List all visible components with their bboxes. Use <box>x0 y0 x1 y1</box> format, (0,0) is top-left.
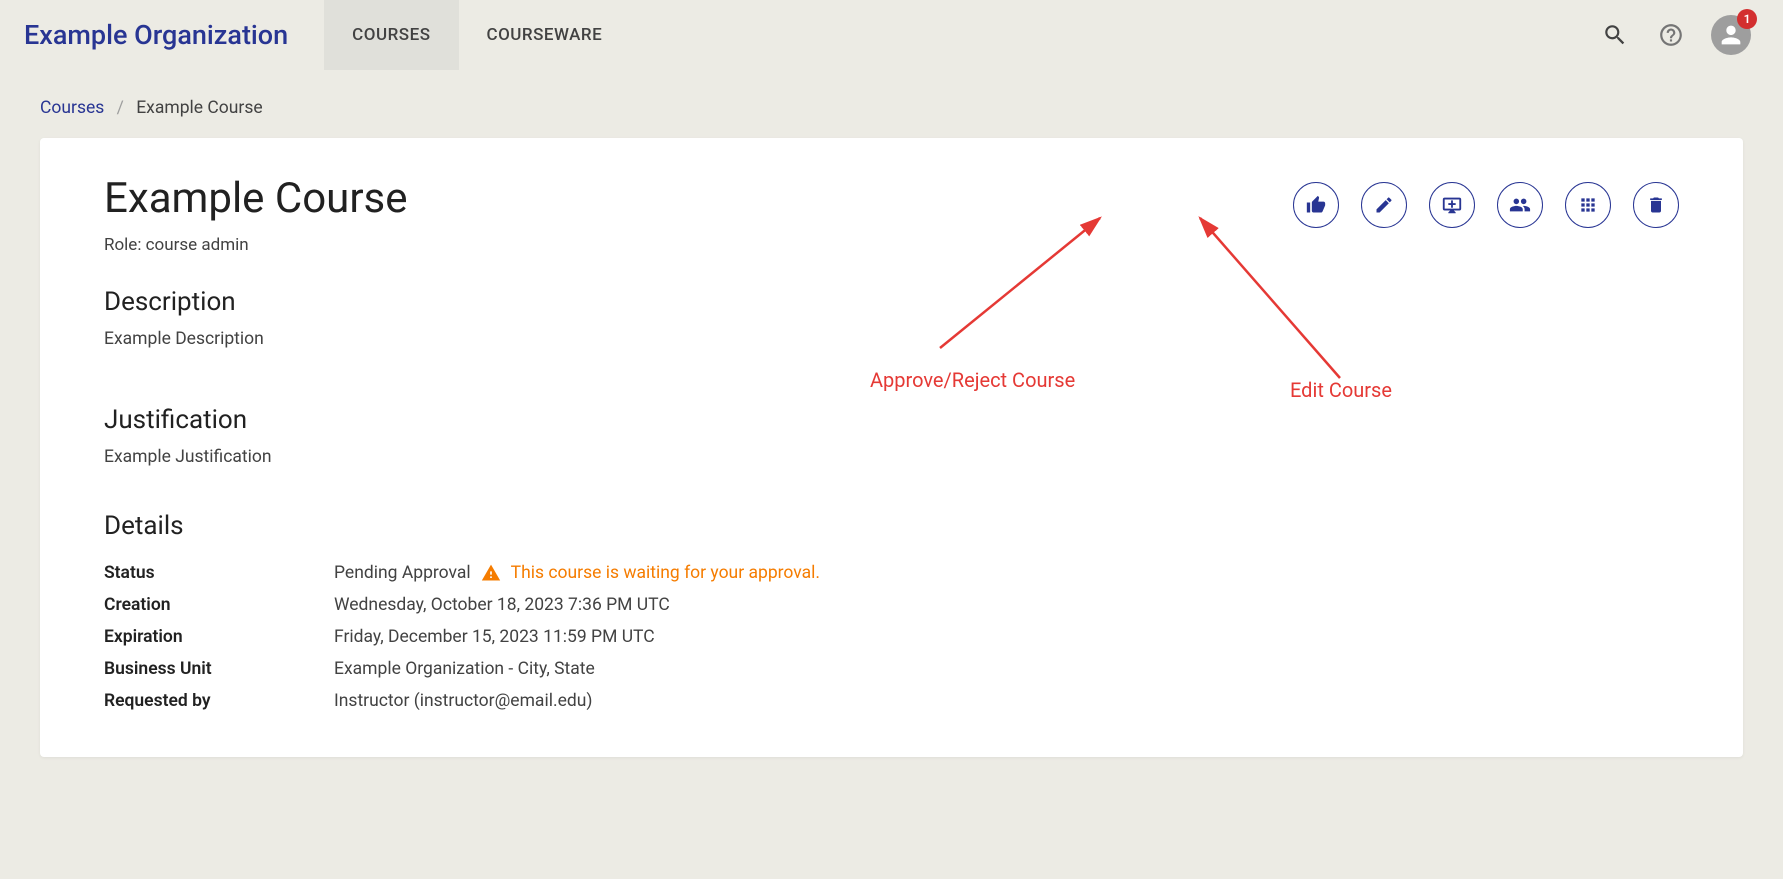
bu-value: Example Organization - City, State <box>334 659 595 679</box>
warning-icon <box>481 563 501 583</box>
expiration-label: Expiration <box>104 627 334 647</box>
requestedby-value: Instructor (instructor@email.edu) <box>334 691 592 711</box>
people-icon <box>1509 194 1531 216</box>
notification-badge: 1 <box>1737 9 1757 29</box>
help-icon <box>1658 22 1684 48</box>
search-button[interactable] <box>1599 19 1631 51</box>
grid-icon <box>1578 195 1598 215</box>
breadcrumb: Courses / Example Course <box>0 70 1783 138</box>
justification-heading: Justification <box>104 405 1679 435</box>
course-card: Example Course Role: course admin D <box>40 138 1743 757</box>
annotation-approve-label: Approve/Reject Course <box>870 368 1075 392</box>
requestedby-label: Requested by <box>104 691 334 711</box>
status-label: Status <box>104 563 334 583</box>
app-header: Example Organization COURSES COURSEWARE … <box>0 0 1783 70</box>
role-line: Role: course admin <box>104 235 408 255</box>
course-title: Example Course <box>104 174 408 223</box>
description-heading: Description <box>104 287 1679 317</box>
delete-button[interactable] <box>1633 182 1679 228</box>
expiration-value: Friday, December 15, 2023 11:59 PM UTC <box>334 627 655 647</box>
help-button[interactable] <box>1655 19 1687 51</box>
search-icon <box>1602 22 1628 48</box>
status-value: Pending Approval <box>334 563 471 583</box>
tab-courses[interactable]: COURSES <box>324 0 458 70</box>
org-title: Example Organization <box>24 19 288 51</box>
status-warning: This course is waiting for your approval… <box>511 563 820 583</box>
user-avatar[interactable]: 1 <box>1711 15 1751 55</box>
tab-courseware[interactable]: COURSEWARE <box>459 0 631 70</box>
breadcrumb-separator: / <box>117 98 124 118</box>
screen-plus-icon <box>1441 194 1463 216</box>
pencil-icon <box>1374 195 1394 215</box>
approve-reject-button[interactable] <box>1293 182 1339 228</box>
action-button-row <box>1293 174 1679 228</box>
edit-button[interactable] <box>1361 182 1407 228</box>
nav-tabs: COURSES COURSEWARE <box>324 0 630 70</box>
creation-value: Wednesday, October 18, 2023 7:36 PM UTC <box>334 595 670 615</box>
annotation-edit-label: Edit Course <box>1290 378 1392 402</box>
add-content-button[interactable] <box>1429 182 1475 228</box>
trash-icon <box>1646 195 1666 215</box>
description-body: Example Description <box>104 329 1679 349</box>
bu-label: Business Unit <box>104 659 334 679</box>
breadcrumb-root[interactable]: Courses <box>40 98 104 118</box>
grid-button[interactable] <box>1565 182 1611 228</box>
details-table: Status Pending Approval This course is w… <box>104 557 1679 717</box>
members-button[interactable] <box>1497 182 1543 228</box>
justification-body: Example Justification <box>104 447 1679 467</box>
header-actions: 1 <box>1599 15 1751 55</box>
breadcrumb-current: Example Course <box>136 98 262 118</box>
creation-label: Creation <box>104 595 334 615</box>
thumbs-up-icon <box>1306 195 1326 215</box>
details-heading: Details <box>104 511 1679 541</box>
